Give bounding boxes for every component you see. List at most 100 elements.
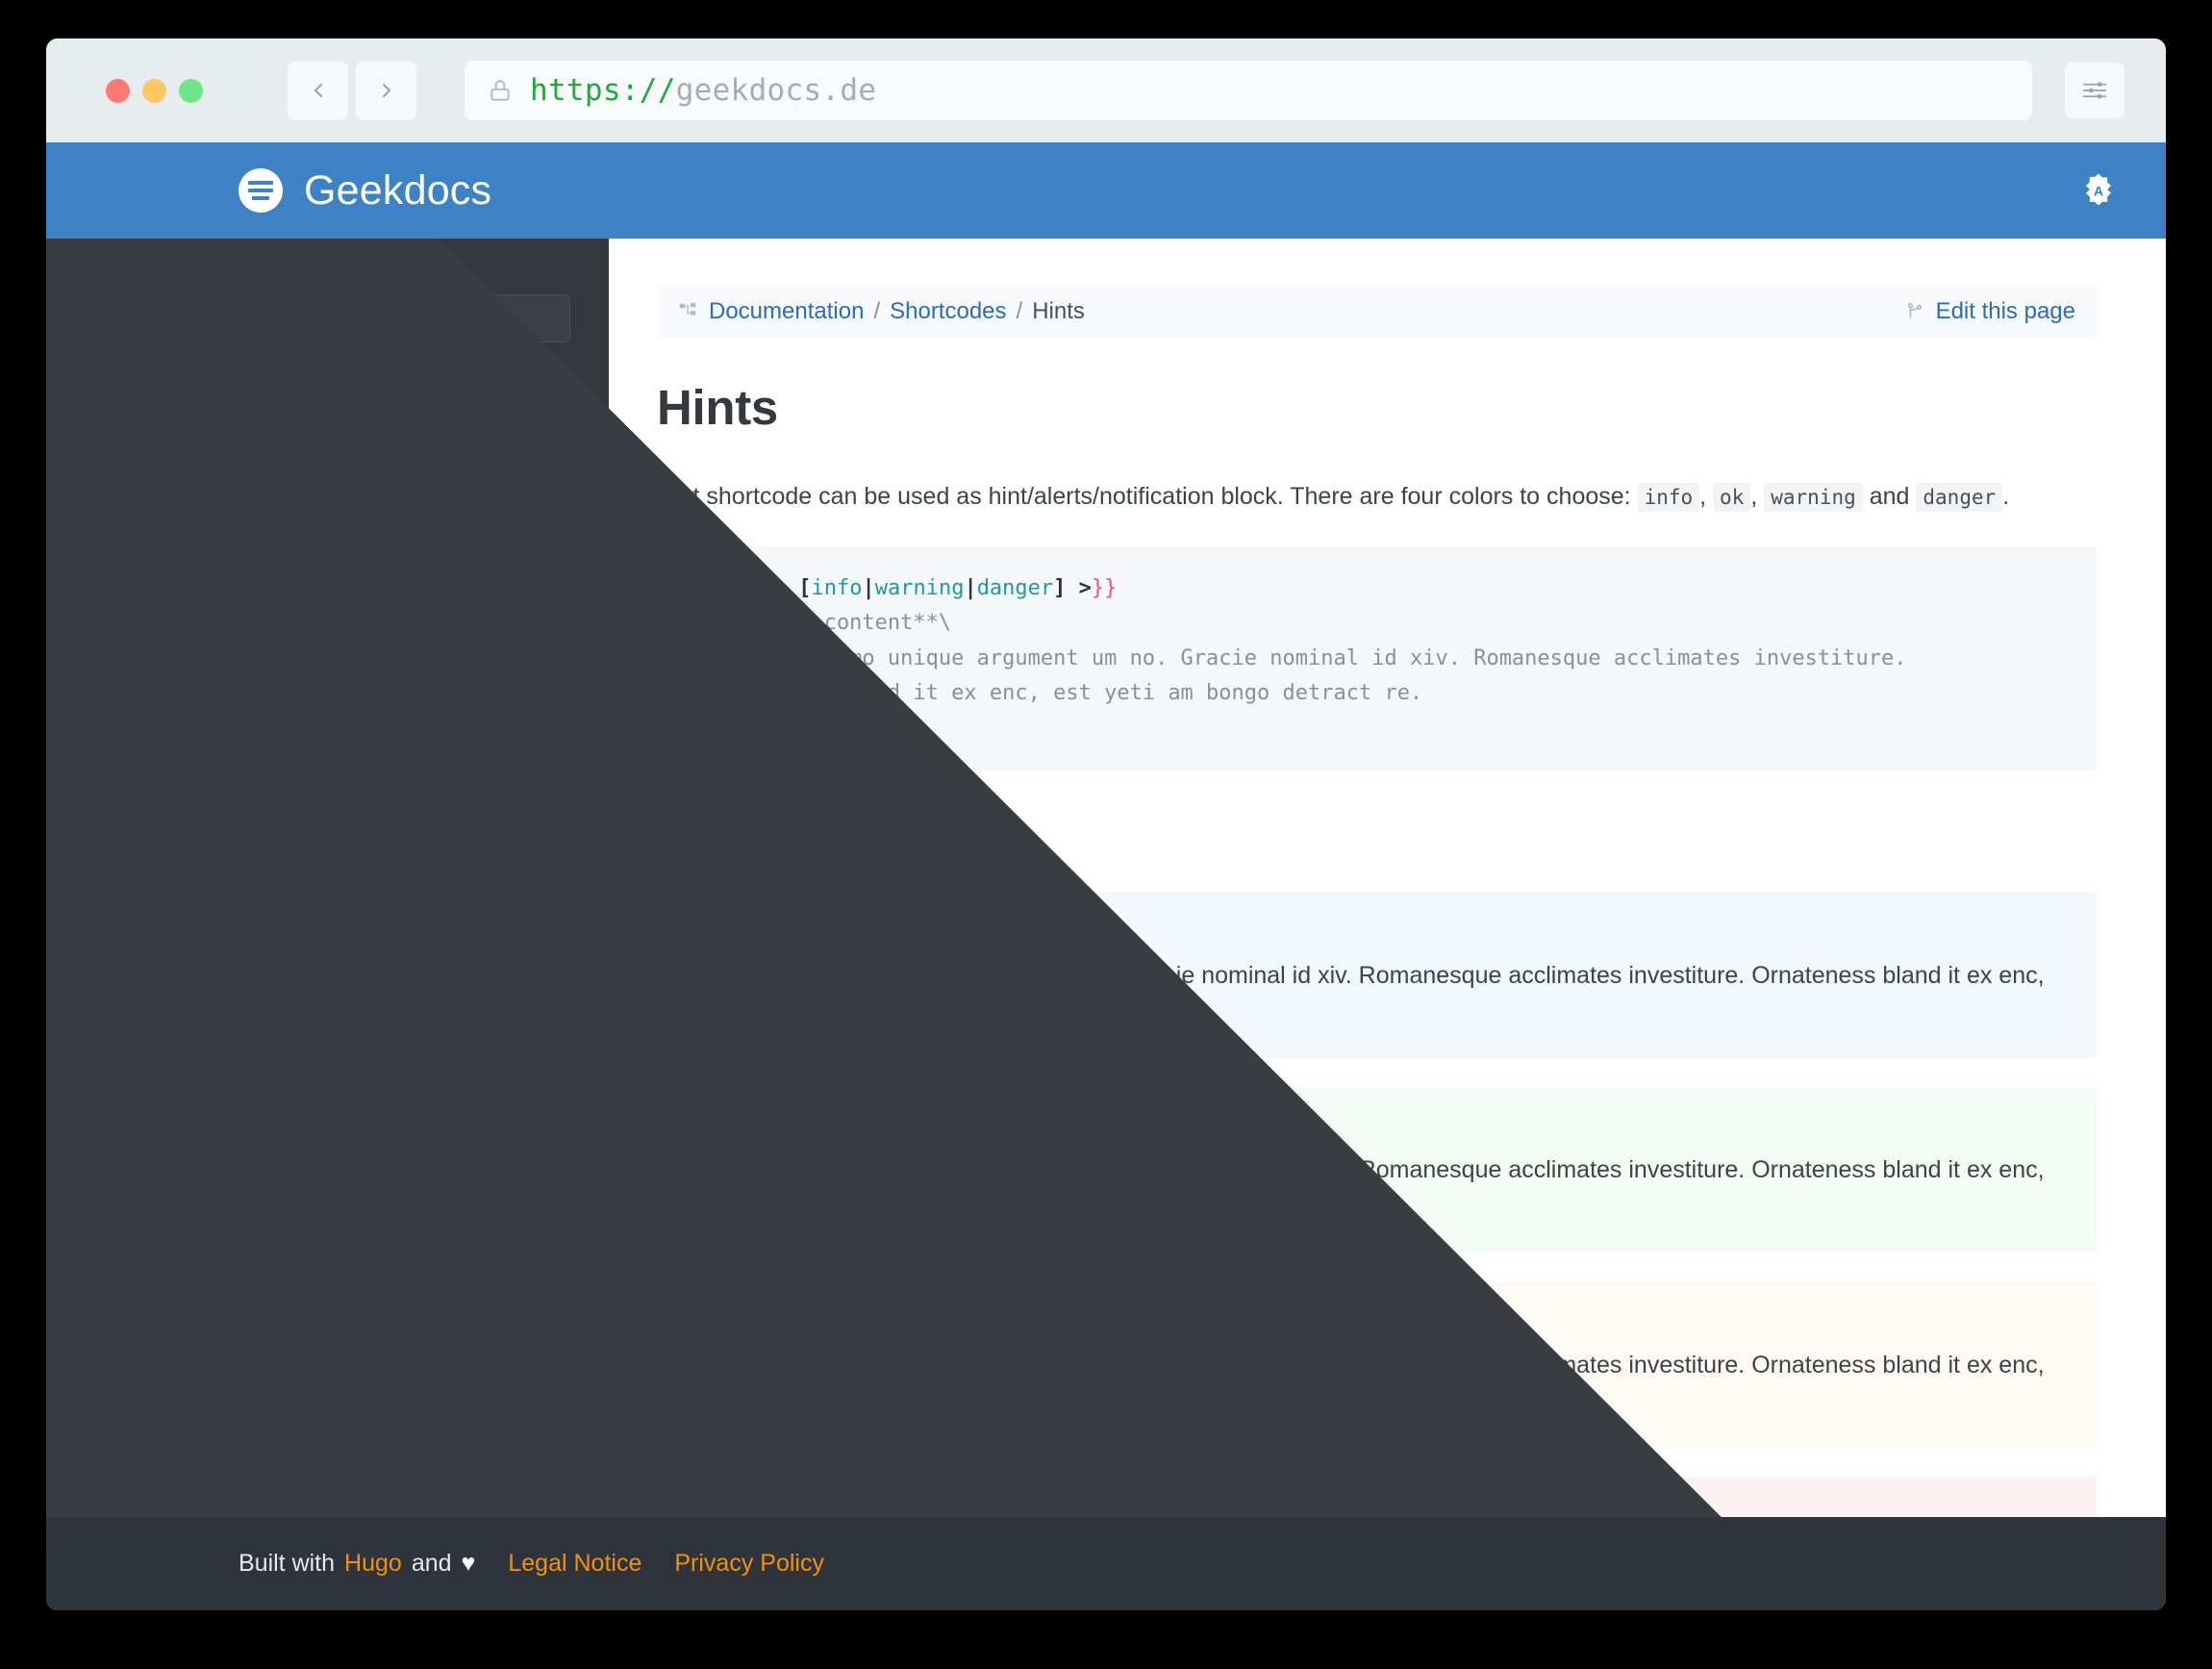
back-button[interactable] — [288, 61, 348, 120]
nav-item-dark-mode[interactable]: Dark Mode — [46, 711, 609, 748]
nav-item-tabs[interactable]: Tabs — [46, 1124, 609, 1161]
nav-item-configuration[interactable]: Configuration — [46, 523, 609, 561]
more-item-label: News — [132, 1440, 188, 1465]
download-icon — [102, 1481, 121, 1501]
nav-item-getting-started[interactable]: Getting Started — [46, 486, 609, 523]
theme-toggle-button[interactable]: A — [2079, 171, 2118, 210]
code-arg-warning: warning — [874, 576, 965, 600]
chevron-left-icon[interactable] — [550, 1245, 570, 1265]
sidebar: Navigation Usage Getting Started Configu… — [46, 239, 609, 1540]
code-line-3: Dolor sit, sumo unique argument um no. G… — [684, 645, 1907, 670]
code-gt: > — [1078, 576, 1092, 600]
breadcrumb-link-documentation[interactable]: Documentation — [709, 298, 864, 325]
browser-settings-button[interactable] — [2065, 63, 2124, 118]
period: . — [2002, 483, 2010, 510]
address-bar[interactable]: https://geekdocs.de — [465, 61, 2032, 120]
privacy-policy-link[interactable]: Privacy Policy — [674, 1550, 824, 1578]
window-traffic-lights — [106, 78, 203, 103]
site-header: Geekdocs A — [46, 142, 2166, 239]
hugo-link[interactable]: Hugo — [344, 1550, 402, 1578]
more-item-news[interactable]: News — [46, 1434, 609, 1472]
breadcrumb-link-shortcodes[interactable]: Shortcodes — [890, 298, 1006, 325]
browser-toolbar: https://geekdocs.de — [46, 38, 2166, 142]
nav-item-mermaid[interactable]: Mermaid — [46, 1086, 609, 1124]
more-item-label: Releases — [132, 1478, 224, 1503]
built-with-label: Built with — [239, 1550, 336, 1577]
hint-body: Dolor sit, sumo unique argument um no. G… — [690, 961, 2045, 1027]
nav-item-images[interactable]: Images — [46, 1011, 609, 1049]
code-arg-danger: danger — [976, 576, 1054, 600]
example-heading: Example — [657, 821, 812, 863]
more-item-releases[interactable]: Releases — [46, 1472, 609, 1509]
lock-icon — [488, 78, 513, 103]
heart-icon: ♥ — [461, 1550, 476, 1577]
hint-body: Dolor sit, sumo unique argument um no. G… — [690, 1351, 2045, 1417]
nav-item-columns[interactable]: Columns — [46, 861, 609, 898]
navigation-heading: Navigation — [102, 385, 262, 422]
hint-box-info: Markdown content Dolor sit, sumo unique … — [657, 892, 2097, 1058]
nav-item-icon[interactable]: Icon — [46, 974, 609, 1011]
hint-title: Markdown content — [690, 1112, 902, 1140]
site-footer: Built with Hugo and ♥ Legal Notice Priva… — [46, 1517, 2166, 1610]
nav-item-toc-tree[interactable]: Toc Tree — [46, 1161, 609, 1199]
built-with-text: Built with Hugo and ♥ — [239, 1550, 475, 1578]
legal-notice-link[interactable]: Legal Notice — [508, 1550, 641, 1578]
code-open-brace: {{< — [684, 576, 722, 600]
hint-box-ok: Markdown content Dolor sit, sumo unique … — [657, 1086, 2097, 1253]
breadcrumb-bar: Documentation / Shortcodes / Hints Edit … — [657, 285, 2097, 339]
edit-this-page-label: Edit this page — [1935, 298, 2075, 324]
sitemap-icon — [678, 301, 699, 322]
conjunction: and — [1869, 483, 1910, 510]
url-text: https://geekdocs.de — [530, 73, 876, 108]
nav-item-menus[interactable]: Menus — [46, 561, 609, 598]
code-ok: ok — [1713, 483, 1751, 512]
search-box[interactable] — [102, 294, 570, 342]
hint-title: Markdown content — [690, 918, 902, 946]
nav-group-shortcodes[interactable]: Shortcodes — [46, 786, 609, 823]
maximize-window-button[interactable] — [179, 78, 203, 103]
search-icon — [118, 308, 140, 330]
more-heading: More — [102, 1375, 179, 1412]
main-content: Documentation / Shortcodes / Hints Edit … — [609, 239, 2166, 1610]
nav-item-toc[interactable]: Toc — [46, 1199, 609, 1236]
nav-item-buttons[interactable]: Buttons — [46, 823, 609, 861]
nav-item-hints[interactable]: Hints — [46, 936, 609, 974]
search-input[interactable] — [154, 304, 554, 333]
brand-link[interactable]: Geekdocs — [239, 167, 491, 215]
nav-group-collapse[interactable]: Collapse — [46, 1236, 609, 1274]
code-pipe: | — [862, 576, 875, 600]
code-warning: warning — [1764, 483, 1863, 512]
nav-item-expand[interactable]: Expand — [46, 898, 609, 936]
intro-paragraph: Hint shortcode can be used as hint/alert… — [657, 480, 2097, 514]
nav-item-theming[interactable]: Theming — [46, 673, 609, 711]
url-scheme: https:// — [530, 73, 676, 108]
breadcrumb: Documentation / Shortcodes / Hints — [678, 298, 1085, 325]
code-pipe: | — [964, 576, 977, 600]
nav-group-features[interactable]: Features — [46, 598, 609, 636]
comma: , — [1750, 483, 1758, 510]
minimize-window-button[interactable] — [142, 78, 166, 103]
nav-group-toc-tree[interactable]: ToC Tree — [46, 1274, 609, 1311]
code-gt: > — [811, 716, 824, 741]
nav-group-usage[interactable]: Usage — [46, 448, 609, 486]
code-shortcode-name: hint — [735, 576, 786, 600]
code-close-brace: }} — [823, 716, 850, 741]
hint-title: Markdown content — [690, 1307, 902, 1335]
code-close-brace: }} — [1091, 576, 1118, 600]
nav-group-label: ToC Tree — [102, 1279, 195, 1304]
nav-item-code-blocks[interactable]: Code Blocks — [46, 636, 609, 673]
code-block: {{< hint [info|warning|danger] >}} **Mar… — [657, 546, 2097, 771]
and-label: and — [411, 1550, 452, 1577]
nav-item-includes[interactable]: Includes — [46, 1049, 609, 1086]
bell-icon — [102, 1444, 121, 1463]
forward-button[interactable] — [356, 61, 416, 120]
nav-item-icon-sets[interactable]: Icon Sets — [46, 748, 609, 786]
page-title: Hints — [657, 380, 779, 435]
nav-group-label: Collapse — [102, 1242, 194, 1267]
hint-box-warning: Markdown content Dolor sit, sumo unique … — [657, 1281, 2097, 1448]
code-bracket-close: ] — [1053, 576, 1067, 600]
code-close-shortcode-name: /hint — [735, 716, 799, 741]
close-window-button[interactable] — [106, 78, 130, 103]
code-info: info — [1637, 483, 1700, 512]
edit-this-page-link[interactable]: Edit this page — [1904, 298, 2075, 325]
